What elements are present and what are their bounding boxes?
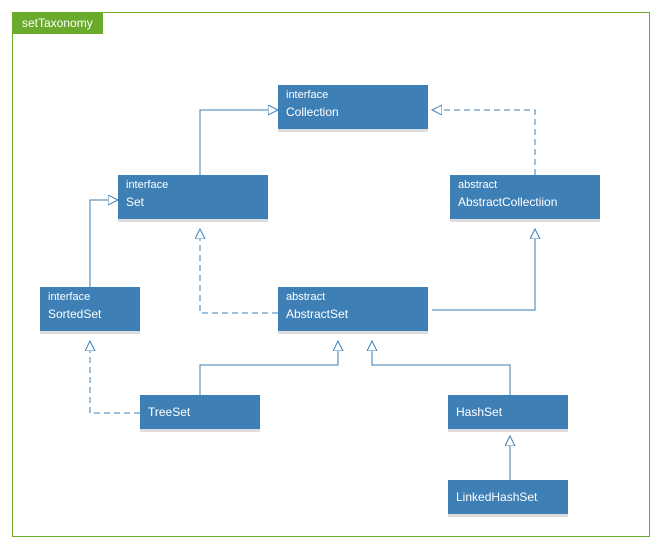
stereotype: abstract [278,287,428,303]
node-sortedset: interface SortedSet [40,287,140,331]
classname: Collection [278,101,428,129]
classname: HashSet [448,395,568,429]
node-hashset: HashSet [448,395,568,429]
package-title: setTaxonomy [12,12,103,34]
stereotype: interface [118,175,268,191]
node-treeset: TreeSet [140,395,260,429]
node-abstractcollection: abstract AbstractCollectiion [450,175,600,219]
diagram-canvas: setTaxonomy interface Collection interf [0,0,660,547]
classname: LinkedHashSet [448,480,568,514]
node-set: interface Set [118,175,268,219]
node-abstractset: abstract AbstractSet [278,287,428,331]
classname: AbstractSet [278,303,428,331]
classname: Set [118,191,268,219]
classname: TreeSet [140,395,260,429]
node-collection: interface Collection [278,85,428,129]
classname: SortedSet [40,303,140,331]
node-linkedhashset: LinkedHashSet [448,480,568,514]
stereotype: abstract [450,175,600,191]
stereotype: interface [278,85,428,101]
stereotype: interface [40,287,140,303]
classname: AbstractCollectiion [450,191,600,219]
